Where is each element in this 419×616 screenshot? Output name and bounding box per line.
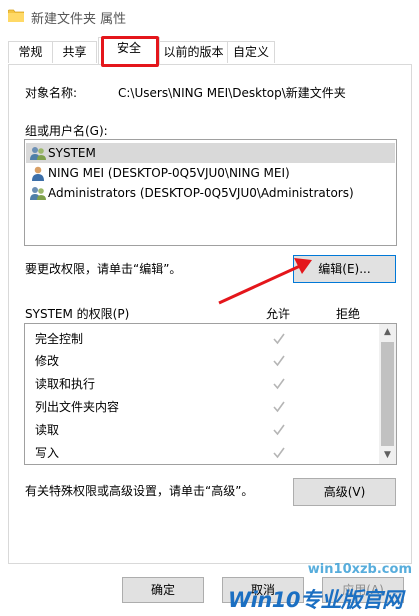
tab-customize[interactable]: 自定义 [227, 41, 275, 63]
list-item-system[interactable]: SYSTEM [26, 143, 395, 163]
scroll-up-icon[interactable]: ▲ [379, 324, 396, 341]
list-item-label: SYSTEM [48, 146, 96, 160]
permission-row: 完全控制 [35, 332, 84, 346]
object-name-value: C:\Users\NING MEI\Desktop\新建文件夹 [118, 86, 346, 100]
window-title: 新建文件夹 属性 [31, 12, 127, 27]
tab-strip: 常规 共享 安全 以前的版本 自定义 [0, 33, 419, 65]
check-icon [273, 401, 285, 413]
ok-button[interactable]: 确定 [122, 577, 204, 603]
object-name-label: 对象名称: [25, 86, 78, 100]
permissions-scrollbar[interactable]: ▲ ▼ [379, 324, 396, 464]
scroll-down-icon[interactable]: ▼ [379, 447, 396, 464]
permission-row: 列出文件夹内容 [35, 400, 120, 414]
watermark-url: win10xzb.com [307, 562, 412, 577]
check-icon [273, 378, 285, 390]
groups-label: 组或用户名(G): [25, 124, 108, 138]
groups-listbox[interactable]: SYSTEM NING MEI (DESKTOP-0Q5VJU0\NING ME… [24, 139, 397, 246]
advanced-hint: 有关特殊权限或高级设置，请单击“高级”。 [25, 484, 254, 498]
permission-row: 修改 [35, 354, 60, 368]
list-item-administrators[interactable]: Administrators (DESKTOP-0Q5VJU0\Administ… [26, 183, 395, 203]
tab-general[interactable]: 常规 [8, 41, 53, 63]
allow-header: 允许 [266, 307, 291, 321]
list-item-ning-mei[interactable]: NING MEI (DESKTOP-0Q5VJU0\NING MEI) [26, 163, 395, 183]
user-icon [32, 166, 44, 181]
check-icon [273, 424, 285, 436]
list-item-label: Administrators (DESKTOP-0Q5VJU0\Administ… [48, 186, 354, 200]
permissions-list[interactable]: 完全控制 修改 读取和执行 列出文件夹内容 读取 写入 ▲ ▼ [24, 323, 397, 465]
users-group-icon [30, 147, 46, 160]
permissions-title: SYSTEM 的权限(P) [25, 307, 130, 321]
tab-sharing[interactable]: 共享 [52, 41, 97, 63]
title-bar: 新建文件夹 属性 [0, 0, 419, 33]
permission-row: 读取和执行 [35, 377, 96, 391]
scroll-thumb[interactable] [381, 342, 394, 446]
check-icon [273, 447, 285, 459]
list-item-label: NING MEI (DESKTOP-0Q5VJU0\NING MEI) [48, 166, 290, 180]
cancel-button[interactable]: 取消 [222, 577, 304, 603]
tab-previous-versions[interactable]: 以前的版本 [159, 41, 228, 63]
check-icon [273, 355, 285, 367]
permission-row: 写入 [35, 446, 60, 460]
folder-icon [8, 9, 24, 22]
advanced-button[interactable]: 高级(V) [293, 478, 396, 506]
edit-button[interactable]: 编辑(E)... [293, 255, 396, 283]
check-icon [273, 333, 285, 345]
users-group-icon [30, 187, 46, 200]
edit-hint: 要更改权限，请单击“编辑”。 [25, 262, 182, 276]
deny-header: 拒绝 [336, 307, 361, 321]
tab-security[interactable]: 安全 [98, 37, 160, 64]
apply-button[interactable]: 应用(A) [322, 577, 404, 603]
permission-row: 读取 [35, 423, 60, 437]
